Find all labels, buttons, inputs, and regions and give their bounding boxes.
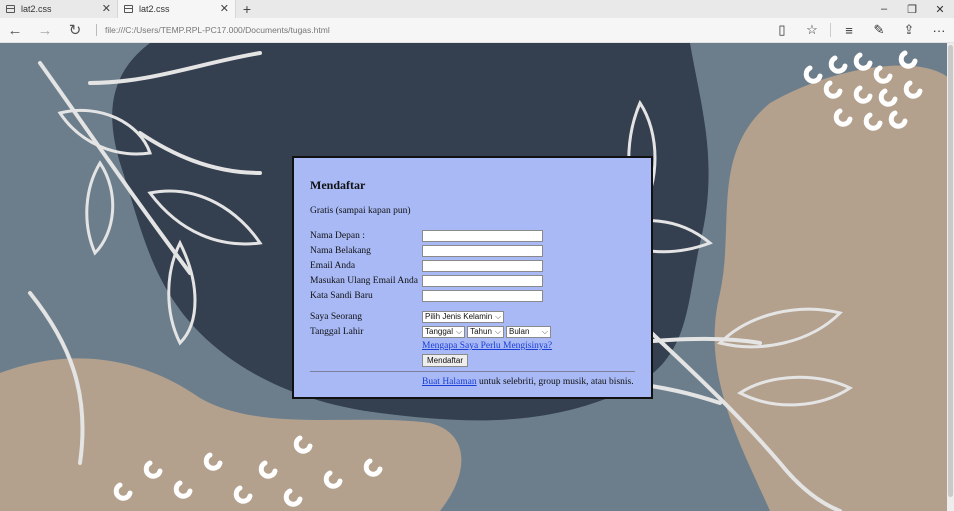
password-label: Kata Sandi Baru	[310, 290, 373, 301]
refresh-icon[interactable]: ↻	[60, 18, 90, 43]
scrollbar-thumb[interactable]	[948, 45, 953, 497]
email-row: Email Anda	[310, 258, 635, 273]
divider	[96, 24, 97, 36]
vertical-scrollbar[interactable]	[947, 43, 954, 511]
forward-icon[interactable]: →	[30, 18, 60, 43]
page-icon	[124, 5, 133, 13]
signup-form: Mendaftar Gratis (sampai kapan pun) Nama…	[292, 156, 653, 399]
divider	[310, 371, 635, 372]
last-name-input[interactable]	[422, 244, 543, 257]
tab-lat2-css-1[interactable]: lat2.css ✕	[0, 0, 118, 18]
chevron-down-icon: ⌵	[495, 311, 502, 321]
more-icon[interactable]: ···	[924, 18, 954, 43]
address-bar[interactable]: file:///C:/Users/TEMP.RPL-PC17.000/Docum…	[105, 25, 767, 35]
new-tab-button[interactable]: +	[236, 0, 258, 18]
form-subtitle: Gratis (sampai kapan pun)	[310, 206, 411, 216]
last-name-row: Nama Belakang	[310, 243, 635, 258]
reading-view-icon[interactable]: ▯	[767, 18, 797, 43]
close-window-icon[interactable]: ✕	[926, 0, 954, 18]
gender-select[interactable]: Pilih Jenis Kelamin ⌵	[422, 310, 505, 323]
close-tab-icon[interactable]: ✕	[102, 3, 111, 15]
share-icon[interactable]: ⇪	[894, 18, 924, 43]
first-name-row: Nama Depan :	[310, 228, 635, 243]
page-viewport: Mendaftar Gratis (sampai kapan pun) Nama…	[0, 43, 954, 511]
month-select-value: Bulan	[508, 327, 530, 336]
year-select[interactable]: Tahun ⌵	[467, 325, 504, 338]
day-select-value: Tanggal	[425, 327, 454, 336]
email-repeat-label: Masukan Ulang Email Anda	[310, 275, 418, 286]
divider	[830, 23, 831, 37]
why-link[interactable]: Mengapa Saya Perlu Mengisinya?	[422, 339, 635, 354]
email-repeat-row: Masukan Ulang Email Anda	[310, 273, 635, 288]
tab-title: lat2.css	[139, 4, 170, 14]
gender-row: Saya Seorang Pilih Jenis Kelamin ⌵	[310, 309, 635, 324]
password-input[interactable]	[422, 289, 543, 302]
back-icon[interactable]: ←	[0, 18, 30, 43]
gender-select-value: Pilih Jenis Kelamin	[425, 312, 493, 321]
email-input[interactable]	[422, 259, 543, 272]
navigation-bar: ← → ↻ file:///C:/Users/TEMP.RPL-PC17.000…	[0, 18, 954, 43]
day-select[interactable]: Tanggal ⌵	[422, 325, 466, 338]
create-page-link[interactable]: Buat Halaman	[422, 377, 477, 387]
gender-label: Saya Seorang	[310, 311, 362, 322]
tab-lat2-css-2[interactable]: lat2.css ✕	[118, 0, 236, 18]
favorite-star-icon[interactable]: ☆	[797, 18, 827, 43]
last-name-label: Nama Belakang	[310, 245, 371, 256]
footer-text: untuk selebriti, group musik, atau bisni…	[478, 377, 634, 387]
first-name-input[interactable]	[422, 229, 543, 242]
password-row: Kata Sandi Baru	[310, 288, 635, 303]
form-title: Mendaftar	[310, 178, 366, 192]
chevron-down-icon: ⌵	[456, 326, 463, 336]
tab-title: lat2.css	[21, 4, 52, 14]
chevron-down-icon: ⌵	[541, 326, 548, 336]
page-icon	[6, 5, 15, 13]
month-select[interactable]: Bulan ⌵	[505, 325, 551, 338]
first-name-label: Nama Depan :	[310, 230, 365, 241]
restore-icon[interactable]: ❐	[898, 0, 926, 18]
close-tab-icon[interactable]: ✕	[220, 3, 229, 15]
year-select-value: Tahun	[470, 327, 492, 336]
tab-strip: lat2.css ✕ lat2.css ✕ + – ❐ ✕	[0, 0, 954, 18]
hub-icon[interactable]: ≡	[834, 18, 864, 43]
submit-button[interactable]: Mendaftar	[422, 354, 469, 367]
email-label: Email Anda	[310, 260, 356, 271]
minimize-icon[interactable]: –	[870, 0, 898, 18]
email-repeat-input[interactable]	[422, 274, 543, 287]
web-note-icon[interactable]: ✎	[864, 18, 894, 43]
window-controls: – ❐ ✕	[870, 0, 954, 18]
birthdate-label: Tanggal Lahir	[310, 326, 364, 337]
chevron-down-icon: ⌵	[494, 326, 501, 336]
birthdate-row: Tanggal Lahir Tanggal ⌵ Tahun ⌵ Bulan ⌵	[310, 324, 635, 339]
footer-line: Buat Halaman untuk selebriti, group musi…	[422, 377, 635, 387]
